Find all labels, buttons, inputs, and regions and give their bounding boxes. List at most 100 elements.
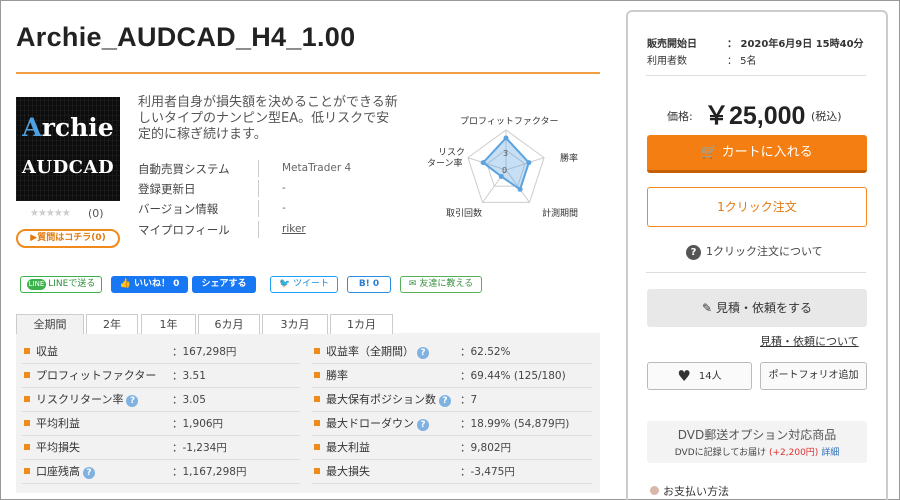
stat-value-right: ：7 [460, 394, 478, 406]
radar-tick-label: 3 [503, 149, 508, 158]
price-tax: (税込) [811, 110, 842, 123]
cart-button-label: カートに入れる [721, 145, 813, 160]
dvd-detail-link[interactable]: 詳細 [821, 448, 839, 458]
help-icon[interactable]: ? [417, 419, 429, 431]
stat-divider [22, 363, 300, 364]
bullet-icon [314, 444, 320, 450]
bullet-icon [314, 468, 320, 474]
help-icon[interactable]: ? [417, 347, 429, 359]
payment-methods: お支払い方法 [650, 483, 729, 499]
info-separator [258, 180, 259, 197]
bullet-icon [24, 396, 30, 402]
info-label-profile: マイプロフィール [138, 223, 230, 237]
stat-label-right: 収益率（全期間）? [314, 343, 429, 359]
estimate-about-link[interactable]: 見積・依頼について [760, 333, 859, 349]
stat-label-left: 平均損失 [24, 439, 80, 455]
tab-6m[interactable]: 6カ月 [198, 314, 260, 334]
facebook-share-button[interactable]: シェアする [192, 276, 256, 293]
payment-label: お支払い方法 [663, 485, 729, 498]
help-icon[interactable]: ? [83, 467, 95, 479]
stat-label-text: プロフィットファクター [36, 369, 157, 382]
tell-friend-label: 友達に教える [419, 279, 474, 289]
panel-divider [646, 272, 866, 273]
stat-label-text: 収益率（全期間） [326, 345, 414, 358]
stat-divider [312, 459, 592, 460]
info-separator [258, 221, 259, 238]
stat-divider [22, 435, 300, 436]
stat-label-text: 最大損失 [326, 465, 370, 478]
tell-friend-button[interactable]: ✉ 友達に教える [400, 276, 482, 293]
bullet-icon [24, 444, 30, 450]
stat-label-left: 口座残高? [24, 463, 95, 479]
product-description: 利用者自身が損失額を決めることができる新しいタイプのナンピン型EA。低リスクで安… [138, 95, 398, 142]
users-label: 利用者数 [647, 56, 687, 67]
estimate-button-label: 見積・依頼をする [715, 301, 812, 315]
one-click-about-link[interactable]: ? 1クリック注文について [686, 243, 823, 260]
tab-3m[interactable]: 3カ月 [262, 314, 328, 334]
radar-polygon [481, 136, 530, 191]
tab-1m[interactable]: 1カ月 [330, 314, 393, 334]
dvd-title: DVD郵送オプション対応商品 [677, 428, 837, 442]
stat-label-left: 収益 [24, 343, 58, 359]
logo-word: Archie [22, 113, 114, 142]
bullet-icon [24, 372, 30, 378]
like-label: いいね！ 0 [133, 279, 180, 289]
stat-value-left: ：3.05 [172, 394, 206, 406]
radar-label-trades: 取引回数 [446, 207, 482, 219]
help-icon[interactable]: ? [126, 395, 139, 407]
stat-label-text: 口座残高 [36, 465, 80, 478]
stat-divider [312, 483, 592, 484]
favorite-button[interactable]: ♥ 14人 [647, 362, 752, 390]
favorite-count: 14人 [698, 371, 722, 382]
stat-label-left: プロフィットファクター [24, 367, 156, 383]
release-date-label: 販売開始日 [647, 39, 697, 50]
radar-label-risk-line2: ターン率 [427, 157, 463, 169]
mail-icon: ✉ [408, 279, 417, 289]
stat-label-text: 最大利益 [326, 441, 370, 454]
stat-label-right: 最大損失 [314, 463, 370, 479]
product-logo: Archie AUDCAD [16, 97, 120, 201]
release-date-value: ： 2020年6月9日 15時40分 [727, 39, 864, 50]
stat-divider [312, 363, 592, 364]
info-value-updated: - [282, 182, 286, 194]
tweet-button[interactable]: 🐦 ツイート [270, 276, 338, 293]
info-separator [258, 200, 259, 217]
line-share-button[interactable]: LINE LINEで送る [20, 276, 102, 293]
tab-all-period[interactable]: 全期間 [16, 314, 84, 334]
stat-label-text: 勝率 [326, 369, 348, 382]
one-click-about-label: 1クリック注文について [706, 245, 823, 258]
tab-1y[interactable]: 1年 [141, 314, 196, 334]
stat-value-right: ：69.44% (125/180) [460, 370, 566, 382]
portfolio-add-button[interactable]: ポートフォリオ追加 [760, 362, 867, 390]
info-label-system: 自動売買システム [138, 162, 230, 176]
stat-label-text: 平均損失 [36, 441, 80, 454]
stat-label-text: 最大保有ポジション数 [326, 393, 436, 406]
stat-value-left: ：-1,234円 [172, 442, 227, 454]
radar-point [526, 160, 532, 166]
tab-2y[interactable]: 2年 [86, 314, 138, 334]
hatena-bookmark-button[interactable]: B! 0 [347, 276, 391, 293]
stat-label-right: 勝率 [314, 367, 348, 383]
add-to-cart-button[interactable]: 🛒 カートに入れる [647, 135, 867, 173]
stat-divider [22, 411, 300, 412]
stat-label-left: 平均利益 [24, 415, 80, 431]
help-icon[interactable]: ? [439, 395, 451, 407]
info-value-version: - [282, 202, 286, 214]
facebook-like-button[interactable]: 👍 いいね！ 0 [111, 276, 188, 293]
bullet-icon [650, 486, 659, 495]
bullet-icon [24, 348, 30, 354]
radar-point [517, 186, 523, 192]
stat-divider [312, 435, 592, 436]
one-click-order-button[interactable]: 1クリック注文 [647, 187, 867, 227]
stat-divider [312, 387, 592, 388]
heart-icon: ♥ [677, 367, 691, 385]
twitter-bird-icon: 🐦 [278, 279, 291, 289]
estimate-request-button[interactable]: ✎ 見積・依頼をする [647, 289, 867, 327]
cart-icon: 🛒 [701, 145, 718, 160]
bullet-icon [314, 372, 320, 378]
profile-link[interactable]: riker [282, 223, 306, 235]
stat-label-right: 最大保有ポジション数? [314, 391, 451, 407]
question-button[interactable]: ▶質問はコチラ(0) [16, 229, 120, 248]
logo-sub: AUDCAD [21, 157, 115, 178]
line-icon: LINE [26, 279, 47, 290]
